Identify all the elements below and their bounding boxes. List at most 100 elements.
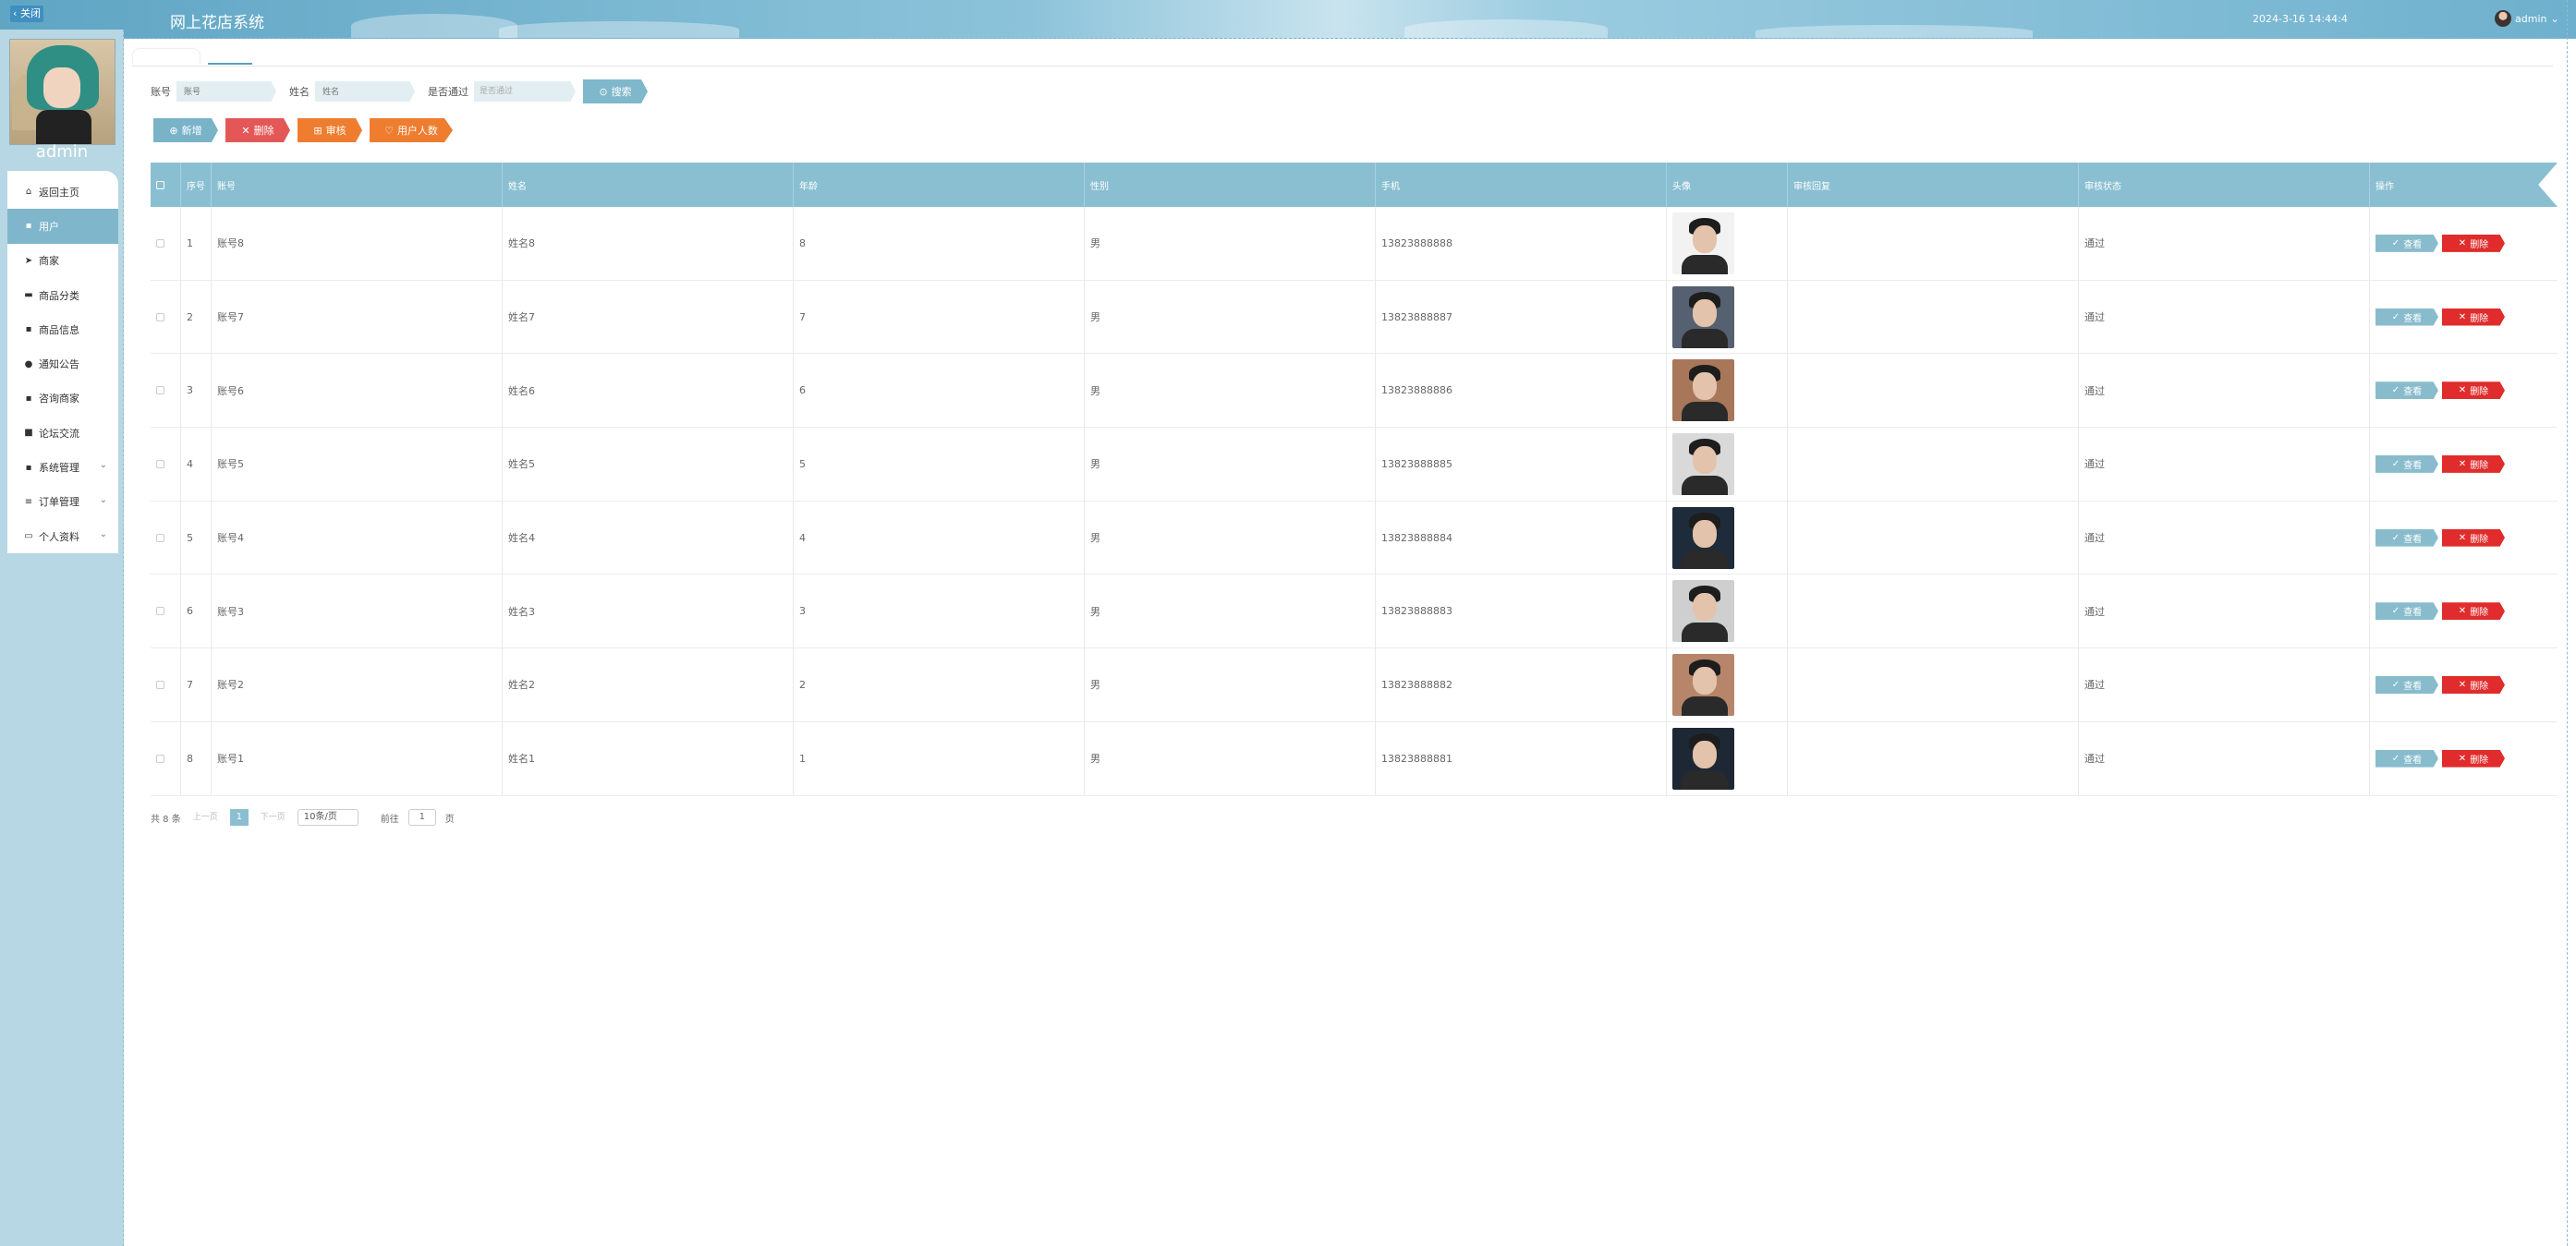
avatar-cell (1667, 206, 1788, 281)
view-button[interactable]: ✓ 查看 (2376, 602, 2438, 621)
add-button[interactable]: ⊕ 新增 (153, 118, 218, 142)
table-row: 7 账号2 姓名2 2 男 13823888882 通过 ✓ 查看 ✕ 删除 (151, 647, 2558, 722)
user-count-button[interactable]: ♡ 用户人数 (370, 118, 453, 142)
delete-label: 删除 (2470, 681, 2489, 692)
passed-select[interactable]: 是否通过 (474, 81, 576, 102)
sidebar-item[interactable]: ≡ 订单管理 ⌄ (7, 485, 118, 519)
view-button[interactable]: ✓ 查看 (2376, 749, 2438, 768)
delete-row-button[interactable]: ✕ 删除 (2442, 675, 2505, 694)
view-button[interactable]: ✓ 查看 (2376, 675, 2438, 694)
view-button[interactable]: ✓ 查看 (2376, 308, 2438, 326)
sidebar-item[interactable]: ▪ 系统管理 ⌄ (7, 450, 118, 484)
phone-cell: 13823888885 (1376, 427, 1667, 502)
phone-cell: 13823888887 (1376, 280, 1667, 354)
reply-cell (1788, 280, 2079, 354)
sidebar-item[interactable]: ➤ 商家 (7, 244, 118, 278)
add-icon: ⊕ (169, 124, 178, 137)
user-count-label: 用户人数 (396, 125, 438, 137)
select-all-checkbox[interactable] (156, 180, 164, 189)
sidebar-item[interactable]: ■ 论坛交流 (7, 416, 118, 450)
column-header[interactable]: 审核回复 (1788, 163, 2079, 207)
view-label: 查看 (2403, 460, 2423, 471)
row-select-cell (151, 206, 181, 281)
delete-button[interactable]: ✕ 删除 (225, 118, 290, 142)
avatar-image[interactable] (1672, 359, 1734, 422)
delete-row-button[interactable]: ✕ 删除 (2442, 602, 2505, 621)
close-button[interactable]: ‹ 关闭 (10, 6, 43, 22)
avatar-image[interactable] (1672, 727, 1734, 790)
row-checkbox[interactable] (156, 533, 164, 542)
next-page-button[interactable]: 下一页 (258, 809, 288, 826)
prev-page-button[interactable]: 上一页 (190, 809, 221, 826)
avatar-image[interactable] (1672, 285, 1734, 348)
column-header[interactable]: 审核状态 (2079, 163, 2370, 207)
sidebar-item[interactable]: ▭ 个人资料 ⌄ (7, 519, 118, 553)
index-cell: 4 (181, 427, 212, 502)
column-header[interactable]: 头像 (1667, 163, 1788, 207)
sidebar-item[interactable]: ▪ 用户 (7, 209, 118, 244)
view-button[interactable]: ✓ 查看 (2376, 381, 2438, 400)
audit-button[interactable]: ⊞ 审核 (298, 118, 362, 142)
row-checkbox[interactable] (156, 312, 164, 321)
page-size-select[interactable]: 10条/页 (297, 809, 358, 826)
sidebar-item[interactable]: ▪ 商品信息 (7, 312, 118, 346)
delete-row-button[interactable]: ✕ 删除 (2442, 528, 2505, 547)
column-header[interactable]: 姓名 (503, 163, 794, 207)
actions-cell: ✓ 查看 ✕ 删除 (2370, 575, 2558, 648)
reply-cell (1788, 427, 2079, 502)
sidebar-item[interactable]: ⌂ 返回主页 (7, 175, 118, 209)
goto-input[interactable]: 1 (407, 809, 436, 826)
avatar-image[interactable] (1672, 506, 1734, 569)
row-checkbox[interactable] (156, 754, 164, 763)
row-checkbox[interactable] (156, 386, 164, 395)
view-button[interactable]: ✓ 查看 (2376, 234, 2438, 252)
sidebar-item[interactable]: ● 通知公告 (7, 346, 118, 381)
search-button[interactable]: ⊙ 搜索 (583, 79, 648, 103)
avatar-image[interactable] (1672, 432, 1734, 495)
phone-cell: 13823888881 (1376, 721, 1667, 795)
view-button[interactable]: ✓ 查看 (2376, 528, 2438, 547)
delete-row-button[interactable]: ✕ 删除 (2442, 234, 2505, 252)
account-input[interactable] (176, 81, 276, 102)
column-header[interactable]: 年龄 (794, 163, 1085, 207)
goto-label: 前往 (380, 814, 399, 825)
column-header[interactable]: 性别 (1085, 163, 1376, 207)
delete-row-button[interactable]: ✕ 删除 (2442, 454, 2505, 473)
actions-cell: ✓ 查看 ✕ 删除 (2370, 648, 2558, 722)
delete-row-button[interactable]: ✕ 删除 (2442, 749, 2505, 768)
row-checkbox[interactable] (156, 680, 164, 689)
avatar-image[interactable] (1672, 653, 1734, 716)
row-checkbox[interactable] (156, 238, 164, 248)
delete-row-button[interactable]: ✕ 删除 (2442, 308, 2505, 326)
user-menu[interactable]: admin ⌄ (2495, 10, 2559, 27)
status-cell: 通过 (2079, 280, 2370, 354)
column-header[interactable]: 账号 (212, 163, 503, 207)
name-input[interactable] (315, 81, 415, 102)
sidebar-item[interactable]: ▪ 咨询商家 (7, 381, 118, 416)
delete-row-button[interactable]: ✕ 删除 (2442, 381, 2505, 400)
avatar (2495, 10, 2511, 27)
column-header[interactable]: 手机 (1376, 163, 1667, 207)
row-checkbox[interactable] (156, 607, 164, 616)
name-cell: 姓名3 (503, 574, 794, 648)
sidebar-item[interactable]: ▬ 商品分类 (7, 278, 118, 312)
reply-cell (1788, 647, 2079, 722)
page-number[interactable]: 1 (229, 809, 249, 826)
table-row: 2 账号7 姓名7 7 男 13823888887 通过 ✓ 查看 ✕ 删除 (151, 280, 2558, 355)
row-checkbox[interactable] (156, 459, 164, 468)
row-select-cell (151, 501, 181, 575)
tab-active[interactable] (208, 46, 252, 65)
sidebar-item-label: 论坛交流 (39, 427, 79, 440)
age-cell: 4 (794, 501, 1085, 575)
index-cell: 2 (181, 280, 212, 354)
avatar-image[interactable] (1672, 212, 1734, 274)
view-button[interactable]: ✓ 查看 (2376, 454, 2438, 473)
tab-home[interactable] (132, 48, 200, 65)
avatar-image[interactable] (1672, 580, 1734, 643)
check-icon: ✓ (2391, 606, 2400, 617)
account-cell: 账号8 (212, 206, 503, 281)
name-cell: 姓名8 (503, 206, 794, 281)
close-icon: ✕ (2458, 679, 2467, 690)
passed-placeholder: 是否通过 (480, 87, 514, 96)
row-select-cell (151, 721, 181, 795)
